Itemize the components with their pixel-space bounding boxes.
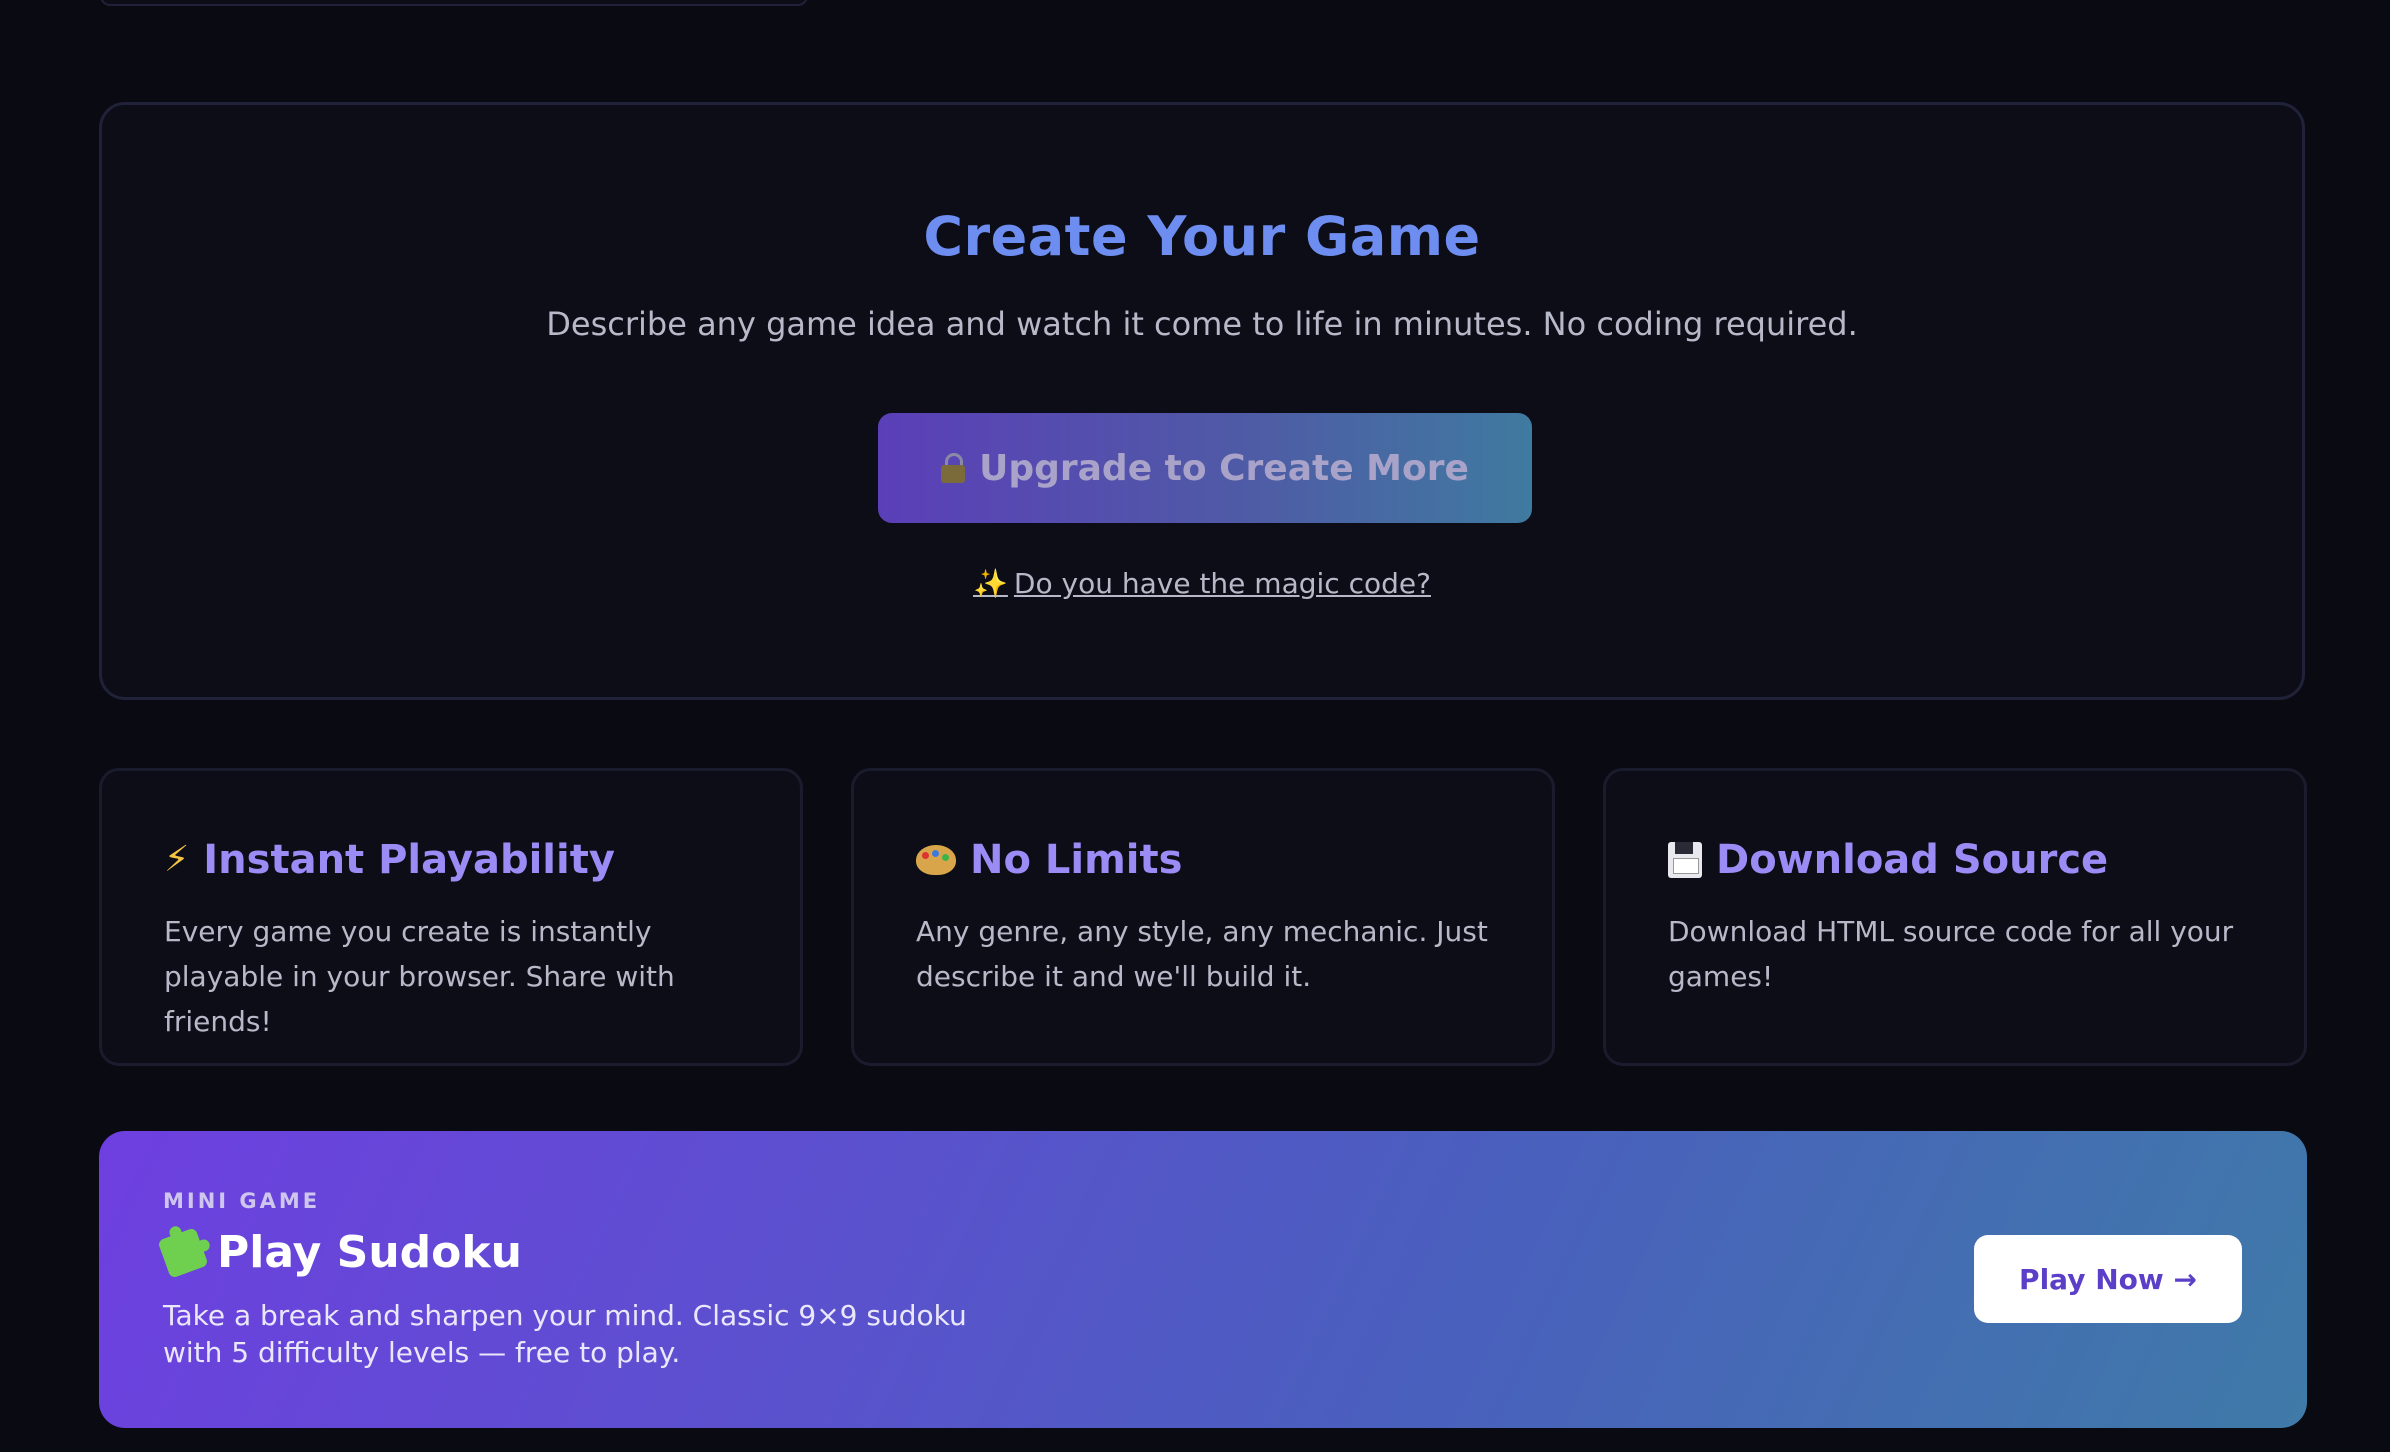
lock-icon <box>941 453 966 483</box>
create-subtitle: Describe any game idea and watch it come… <box>546 305 1858 343</box>
create-game-card: Create Your Game Describe any game idea … <box>99 102 2305 700</box>
magic-code-link[interactable]: ✨ Do you have the magic code? <box>973 567 1431 600</box>
floppy-disk-icon <box>1668 842 1702 878</box>
previous-section-edge <box>100 0 808 6</box>
upgrade-button[interactable]: Upgrade to Create More <box>878 413 1532 523</box>
lightning-icon: ⚡ <box>164 839 190 880</box>
feature-card-no-limits: No Limits Any genre, any style, any mech… <box>851 768 1555 1066</box>
feature-title: No Limits <box>916 833 1490 887</box>
magic-code-label: Do you have the magic code? <box>1013 567 1431 600</box>
puzzle-piece-icon <box>157 1226 209 1279</box>
page: Create Your Game Describe any game idea … <box>0 0 2390 1452</box>
feature-description: Any genre, any style, any mechanic. Just… <box>916 915 1488 993</box>
feature-title-text: Instant Playability <box>203 837 615 883</box>
mini-game-title-text: Play Sudoku <box>217 1227 522 1278</box>
feature-title: Download Source <box>1668 833 2242 887</box>
palette-icon <box>916 845 956 875</box>
feature-title-text: No Limits <box>970 837 1183 883</box>
mini-game-title: Play Sudoku <box>157 1226 522 1279</box>
feature-description: Download HTML source code for all your g… <box>1668 915 2234 993</box>
mini-game-description: Take a break and sharpen your mind. Clas… <box>163 1299 967 1369</box>
feature-card-instant-playability: ⚡ Instant Playability Every game you cre… <box>99 768 803 1066</box>
feature-title: ⚡ Instant Playability <box>164 833 738 887</box>
create-title: Create Your Game <box>923 205 1481 268</box>
mini-game-banner: MINI GAME Play Sudoku Take a break and s… <box>99 1131 2307 1428</box>
feature-title-text: Download Source <box>1716 837 2109 883</box>
mini-game-tag: MINI GAME <box>163 1189 321 1213</box>
upgrade-button-label: Upgrade to Create More <box>979 447 1469 489</box>
magic-code-row: ✨ Do you have the magic code? <box>102 567 2302 600</box>
feature-description: Every game you create is instantly playa… <box>164 915 675 1038</box>
play-now-button[interactable]: Play Now → <box>1974 1235 2242 1323</box>
sparkles-icon: ✨ <box>973 567 1008 600</box>
feature-card-download-source: Download Source Download HTML source cod… <box>1603 768 2307 1066</box>
